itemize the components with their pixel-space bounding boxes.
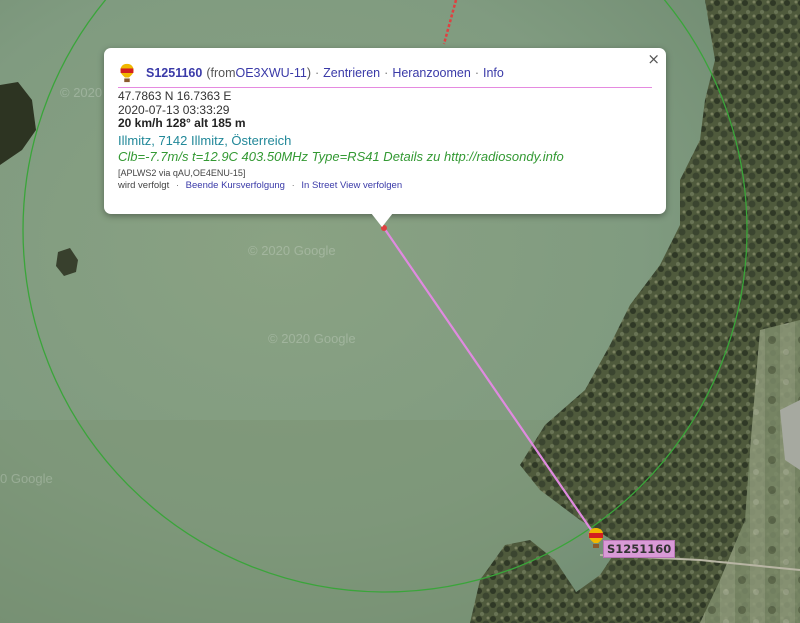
stop-tracking-link[interactable]: Beende Kursverfolgung: [186, 180, 285, 191]
info-link[interactable]: Info: [483, 66, 504, 80]
zoom-in-link[interactable]: Heranzoomen: [392, 66, 471, 80]
packet-path: [APLWS2 via qAU,OE4ENU-15]: [118, 167, 246, 178]
popup-header: S1251160 (from OE3XWU-11) · Zentrieren ·…: [118, 62, 652, 88]
from-suffix: ): [306, 66, 311, 80]
motion-info: 20 km/h 128° alt 185 m: [118, 116, 246, 130]
comment-text: Clb=-7.7m/s t=12.9C 403.50MHz Type=RS41 …: [118, 148, 444, 164]
separator: ·: [291, 179, 295, 191]
map-watermark: © 2020 Google: [248, 243, 336, 258]
from-callsign-link[interactable]: OE3XWU-11: [235, 66, 306, 80]
info-popup: × S1251160 (from OE3XWU-11) · Zentrieren…: [104, 48, 666, 214]
lake-shallows: [0, 420, 560, 623]
comment: Clb=-7.7m/s t=12.9C 403.50MHz Type=RS41 …: [118, 149, 652, 165]
from-prefix: (from: [206, 66, 236, 80]
street-view-link[interactable]: In Street View verfolgen: [301, 180, 402, 191]
center-link[interactable]: Zentrieren: [323, 66, 380, 80]
separator: ·: [474, 66, 479, 80]
coordinates: 47.7863 N 16.7363 E: [118, 89, 232, 103]
popup-actions: wird verfolgt · Beende Kursverfolgung · …: [118, 179, 652, 192]
timestamp: 2020-07-13 03:33:29: [118, 102, 230, 117]
address: Illmitz, 7142 Illmitz, Österreich: [118, 132, 292, 148]
balloon-icon: [120, 63, 134, 83]
separator: ·: [384, 66, 389, 80]
map-watermark: © 2020 Google: [268, 331, 356, 346]
separator: ·: [314, 66, 320, 80]
separator: ·: [175, 179, 180, 191]
popup-tail: [371, 213, 393, 227]
callsign-link[interactable]: S1251160: [146, 66, 202, 80]
map-watermark: 0 Google: [0, 471, 53, 486]
status-text: wird verfolgt: [118, 179, 170, 191]
radiosondy-link[interactable]: http://radiosondy.info: [444, 149, 564, 164]
marker-label[interactable]: S1251160: [603, 540, 676, 558]
close-icon[interactable]: ×: [647, 50, 660, 68]
